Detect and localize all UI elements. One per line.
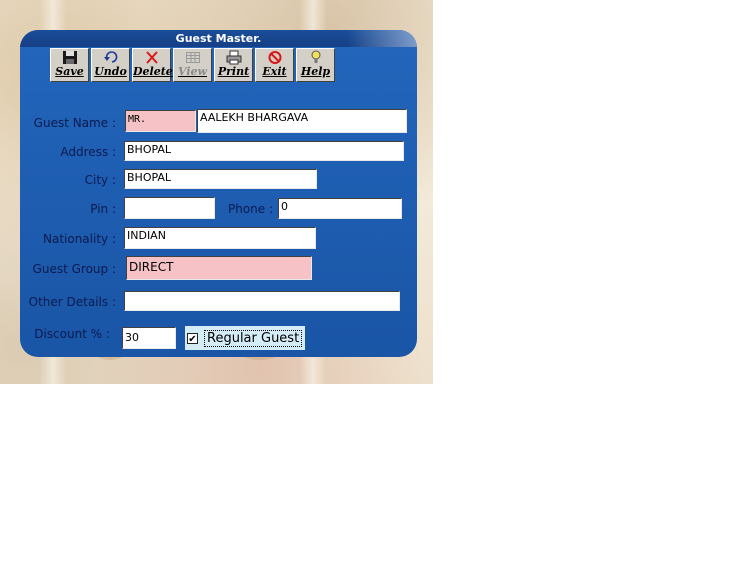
print-label: Print (217, 65, 250, 78)
save-label: Save (55, 65, 84, 78)
window-title: Guest Master. (175, 32, 262, 45)
floppy-disk-icon (51, 50, 88, 66)
question-bulb-icon (297, 50, 334, 66)
undo-label: Undo (94, 65, 127, 78)
address-field[interactable]: BHOPAL (124, 141, 404, 161)
delete-label: Delete (133, 65, 173, 78)
grid-icon (174, 50, 211, 66)
save-button[interactable]: Save (50, 48, 89, 82)
no-entry-icon (256, 50, 293, 66)
delete-button[interactable]: Delete (132, 48, 173, 82)
help-button[interactable]: Help (296, 48, 335, 82)
toolbar: Save Undo Delete View Print Exit Help (50, 48, 337, 82)
help-label: Help (300, 65, 331, 78)
red-x-icon (133, 50, 170, 66)
view-label: View (178, 65, 207, 78)
phone-label: Phone : (227, 202, 273, 216)
exit-button[interactable]: Exit (255, 48, 294, 82)
guest-master-window: Guest Master. Save Undo Delete View Prin… (20, 30, 417, 357)
guest-name-field[interactable]: AALEKH BHARGAVA (197, 109, 407, 133)
regular-guest-label: Regular Guest (204, 329, 303, 347)
print-button[interactable]: Print (214, 48, 253, 82)
phone-field[interactable]: 0 (278, 198, 402, 219)
checkmark-icon[interactable]: ✔ (187, 332, 198, 345)
guest-group-field[interactable]: DIRECT (126, 256, 312, 280)
pin-label: Pin : (90, 202, 116, 216)
undo-button[interactable]: Undo (91, 48, 130, 82)
guest-name-label: Guest Name : (33, 116, 116, 130)
pin-field[interactable] (124, 197, 215, 219)
city-field[interactable]: BHOPAL (124, 169, 317, 189)
guest-group-label: Guest Group : (32, 262, 116, 276)
other-details-field[interactable] (124, 291, 400, 311)
printer-icon (215, 50, 252, 66)
regular-guest-checkbox[interactable]: ✔ Regular Guest (185, 326, 305, 350)
titlebar-highlight (347, 30, 417, 47)
guest-title-field[interactable]: MR. (125, 110, 196, 132)
nationality-field[interactable]: INDIAN (124, 227, 316, 249)
exit-label: Exit (262, 65, 287, 78)
view-button[interactable]: View (173, 48, 212, 82)
nationality-label: Nationality : (42, 232, 116, 246)
city-label: City : (84, 173, 116, 187)
undo-arrow-icon (92, 50, 129, 66)
discount-field[interactable]: 30 (122, 327, 176, 349)
address-label: Address : (60, 145, 116, 159)
other-details-label: Other Details : (28, 295, 116, 309)
discount-label: Discount % : (34, 327, 110, 341)
